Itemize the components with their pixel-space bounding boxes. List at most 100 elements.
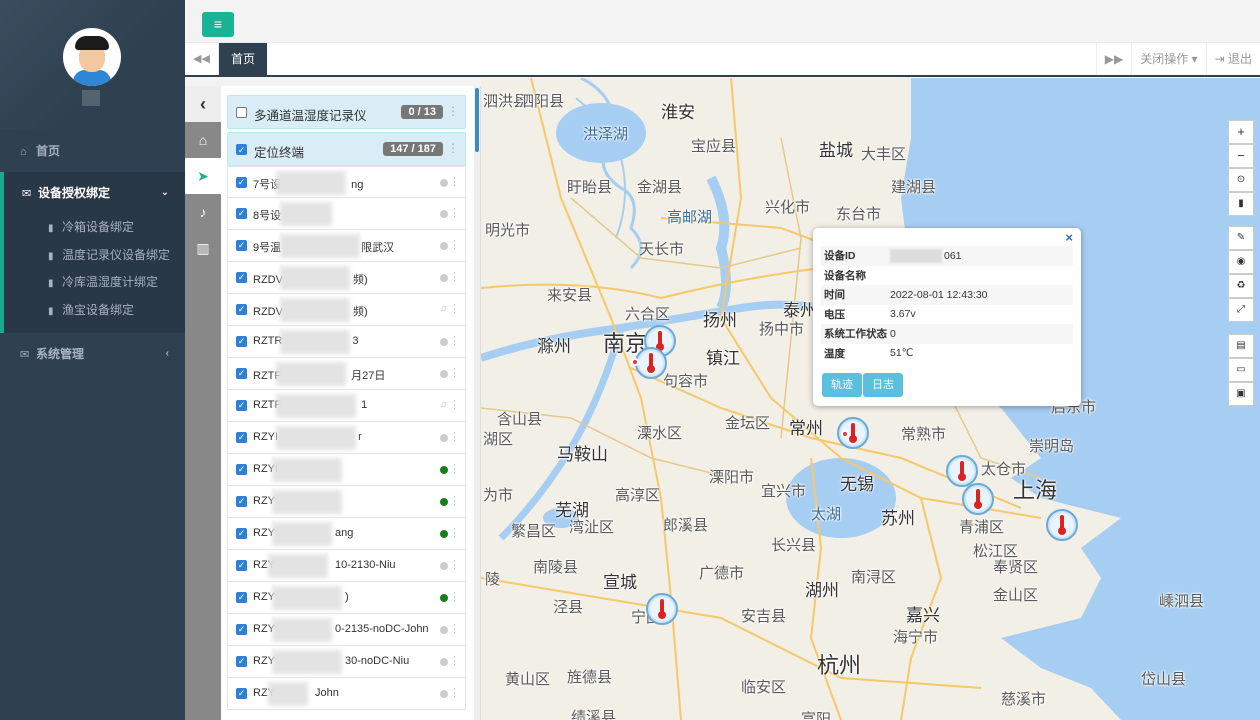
item-checkbox[interactable]: ✓ [236,624,247,635]
image-icon[interactable]: ▣ [1228,382,1254,406]
group-checkbox[interactable]: ✓ [236,144,247,155]
list-item[interactable]: ✓ 7号设 ng ⋮ [227,166,466,198]
submenu-item[interactable]: ▮ 温度记录仪设备绑定 [4,242,185,270]
list-item[interactable]: ✓ 8号设 ⋮ [227,198,466,230]
item-checkbox[interactable]: ✓ [236,177,247,188]
more-icon[interactable]: ⋮ [449,654,460,667]
item-checkbox[interactable]: ✓ [236,272,247,283]
logout-button[interactable]: ⇥ 退出 [1205,43,1260,75]
tab-scroll-right-button[interactable]: ▶▶ [1095,43,1131,75]
list-item[interactable]: ✓ RZY 10-2130-Niu ⋮ [227,550,466,582]
locate-icon[interactable]: ⊙ [1228,168,1254,192]
list-item[interactable]: ✓ RZY John ⋮ [227,678,466,710]
list-item[interactable]: ✓ RZYI ⋮ [227,454,466,486]
more-icon[interactable]: ⋮ [449,494,460,507]
more-icon[interactable]: ⋮ [449,175,460,188]
item-checkbox[interactable]: ✓ [236,400,247,411]
avatar[interactable] [63,28,121,86]
recycle-icon[interactable]: ♻ [1228,274,1254,298]
thermometer-marker-icon[interactable] [1045,508,1079,542]
map-place-label: 南浔区 [851,568,897,586]
device-info-popup: × 设备ID 061 设备名称 时间 2022-08-01 12:43:30 电压 3.67… [813,228,1081,406]
group-locator[interactable]: ✓ 定位终端 147 / 187 ⋮ [227,132,466,166]
map-layer-icon[interactable]: ▤ [1228,334,1254,358]
more-icon[interactable]: ⋮ [449,302,460,315]
more-icon[interactable]: ⋮ [449,270,460,283]
item-checkbox[interactable]: ✓ [236,208,247,219]
measure-icon[interactable]: ✎ [1228,226,1254,250]
more-icon[interactable]: ⋮ [449,686,460,699]
redacted-area [272,458,342,482]
tab-scroll-left-button[interactable]: ◀◀ [185,43,219,75]
zoom-out-button[interactable]: − [1228,144,1254,168]
submenu-item[interactable]: ▮ 冷库温湿度计绑定 [4,269,185,297]
bell-icon[interactable]: ♪ [185,194,221,230]
list-item[interactable]: ✓ RZY 0-2135-noDC-John ⋮ [227,614,466,646]
thermometer-marker-icon[interactable] [645,592,679,626]
more-icon[interactable]: ⋮ [449,622,460,635]
map-icon[interactable]: ▥ [185,230,221,266]
menu-toggle-button[interactable]: ≡ [202,12,234,37]
track-button[interactable]: 轨迹 [822,373,862,397]
list-item[interactable]: ✓ RZTR 3 ⋮ [227,326,466,358]
list-item[interactable]: ✓ 9号温 限武汉 ⋮ [227,230,466,262]
submenu-item[interactable]: ▮ 冷箱设备绑定 [4,214,185,242]
info-row: 设备名称 [821,266,1073,286]
menu-device-auth[interactable]: ✉ 设备授权绑定 ⌄ [4,172,185,214]
item-checkbox[interactable]: ✓ [236,368,247,379]
more-icon[interactable]: ⋮ [449,206,460,219]
thermometer-marker-icon[interactable] [961,482,995,516]
item-checkbox[interactable]: ✓ [236,464,247,475]
item-checkbox[interactable]: ✓ [236,528,247,539]
submenu-item[interactable]: ▮ 渔宝设备绑定 [4,297,185,333]
more-icon[interactable]: ⋮ [449,366,460,379]
more-icon[interactable]: ⋮ [449,398,460,411]
item-checkbox[interactable]: ✓ [236,688,247,699]
more-icon[interactable]: ⋮ [449,334,460,347]
item-checkbox[interactable]: ✓ [236,432,247,443]
menu-home[interactable]: ⌂ 首页 [0,130,185,172]
log-button[interactable]: 日志 [863,373,903,397]
more-icon[interactable]: ⋮ [449,238,460,251]
item-checkbox[interactable]: ✓ [236,656,247,667]
list-item[interactable]: ✓ RZY) ⋮ [227,582,466,614]
group-checkbox[interactable] [236,107,247,118]
item-checkbox[interactable]: ✓ [236,560,247,571]
fullscreen-icon[interactable]: ⤢ [1228,298,1254,322]
list-item[interactable]: ✓ RZYI r ⋮ [227,422,466,454]
list-item[interactable]: ✓ RZTF 月27日 ⋮ [227,358,466,390]
list-item[interactable]: ✓ RZDV 频) ♫ ⋮ [227,294,466,326]
more-icon[interactable]: ⋮ [447,104,459,118]
panel-scrollbar-thumb[interactable] [475,88,479,152]
item-checkbox[interactable]: ✓ [236,240,247,251]
map-outline-icon[interactable]: ▭ [1228,358,1254,382]
list-item[interactable]: ✓ RZDV 频) ⋮ [227,262,466,294]
close-icon[interactable]: × [1065,230,1073,245]
pin-icon[interactable]: ◉ [1228,250,1254,274]
zoom-in-button[interactable]: + [1228,120,1254,144]
item-checkbox[interactable]: ✓ [236,336,247,347]
item-checkbox[interactable]: ✓ [236,592,247,603]
close-ops-dropdown[interactable]: 关闭操作 ▾ [1131,43,1205,75]
thermometer-marker-icon[interactable] [634,346,668,380]
more-icon[interactable]: ⋮ [447,141,459,155]
list-item[interactable]: ✓ RZTF 1 ♫ ⋮ [227,390,466,422]
home-icon[interactable]: ⌂ [185,122,221,158]
menu-system[interactable]: ✉ 系统管理 ‹ [0,333,185,375]
item-checkbox[interactable]: ✓ [236,304,247,315]
panel-scrollbar[interactable] [474,86,480,720]
list-item[interactable]: ✓ RZY ⋮ [227,486,466,518]
more-icon[interactable]: ⋮ [449,462,460,475]
list-item[interactable]: ✓ RZY ang ⋮ [227,518,466,550]
more-icon[interactable]: ⋮ [449,590,460,603]
trash-icon[interactable]: ▮ [1228,192,1254,216]
collapse-panel-button[interactable]: ‹ [185,86,221,122]
tab-home[interactable]: 首页 [219,43,268,75]
more-icon[interactable]: ⋮ [449,558,460,571]
paper-plane-icon[interactable]: ➤ [185,158,221,194]
more-icon[interactable]: ⋮ [449,526,460,539]
group-multichannel[interactable]: 多通道温湿度记录仪 0 / 13 ⋮ [227,95,466,129]
item-checkbox[interactable]: ✓ [236,496,247,507]
more-icon[interactable]: ⋮ [449,430,460,443]
list-item[interactable]: ✓ RZY 30-noDC-Niu ⋮ [227,646,466,678]
